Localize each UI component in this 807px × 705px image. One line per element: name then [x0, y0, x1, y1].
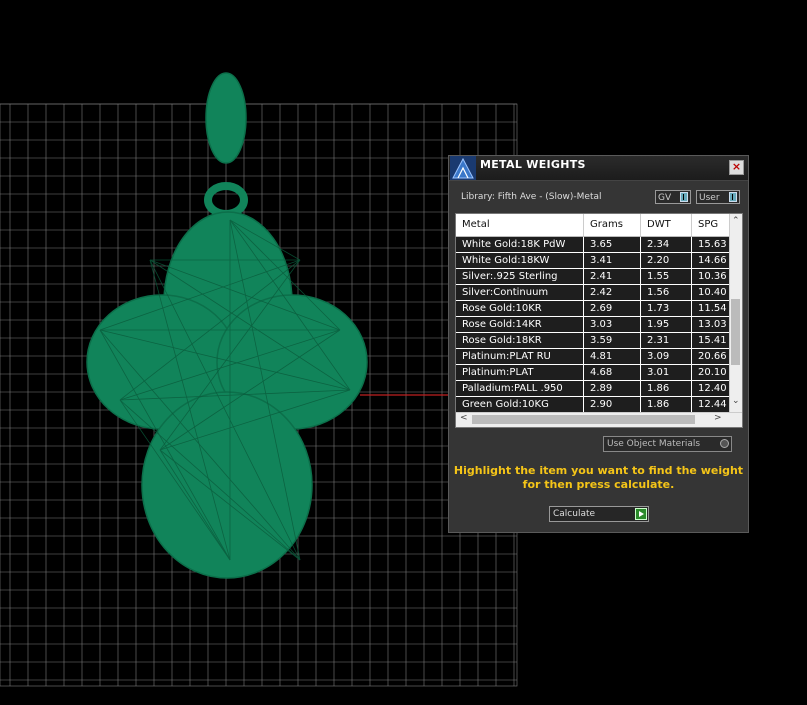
table-body: White Gold:18K PdW 3.65 2.34 15.63 White Gol… — [456, 237, 736, 412]
table-cell: 2.89 — [584, 381, 641, 396]
use-object-materials-option[interactable]: Use Object Materials — [603, 436, 732, 452]
instruction-line-1: Highlight the item you want to find the … — [453, 464, 744, 477]
toggle-knob-icon — [680, 192, 688, 202]
table-row[interactable]: Rose Gold:10KR 2.69 1.73 11.54 — [456, 301, 736, 317]
table-cell: 4.68 — [584, 365, 641, 380]
horizontal-scroll-thumb[interactable] — [472, 415, 695, 424]
table-cell: 3.59 — [584, 333, 641, 348]
instruction-text: Highlight the item you want to find the … — [449, 464, 748, 492]
table-row[interactable]: Platinum:PLAT 4.68 3.01 20.10 — [456, 365, 736, 381]
user-toggle[interactable]: User — [696, 190, 740, 204]
table-cell: 2.31 — [641, 333, 692, 348]
app-logo-icon — [450, 156, 476, 180]
table-cell: Rose Gold:18KR — [456, 333, 584, 348]
col-header-grams[interactable]: Grams — [584, 214, 641, 236]
table-row[interactable]: Green Gold:10KG 2.90 1.86 12.44 — [456, 397, 736, 412]
table-cell: 1.86 — [641, 381, 692, 396]
vertical-scrollbar[interactable]: ⌃ ⌄ — [729, 214, 742, 412]
table-cell: Platinum:PLAT — [456, 365, 584, 380]
horizontal-scrollbar[interactable]: < > — [456, 412, 742, 427]
table-cell: Rose Gold:10KR — [456, 301, 584, 316]
table-cell: Silver:Continuum — [456, 285, 584, 300]
table-row[interactable]: Rose Gold:14KR 3.03 1.95 13.03 — [456, 317, 736, 333]
use-object-materials-label: Use Object Materials — [607, 439, 701, 449]
gv-toggle-label: GV — [658, 193, 672, 203]
table-cell: 3.41 — [584, 253, 641, 268]
vertical-scroll-thumb[interactable] — [731, 299, 740, 365]
metal-table[interactable]: Metal Grams DWT SPG White Gold:18K PdW 3.… — [455, 213, 743, 428]
table-row[interactable]: Palladium:PALL .950 2.89 1.86 12.40 — [456, 381, 736, 397]
table-cell: 1.56 — [641, 285, 692, 300]
table-cell: 3.09 — [641, 349, 692, 364]
table-header: Metal Grams DWT SPG — [456, 214, 736, 237]
table-cell: White Gold:18KW — [456, 253, 584, 268]
table-row[interactable]: White Gold:18KW 3.41 2.20 14.66 — [456, 253, 736, 269]
table-cell: Platinum:PLAT RU — [456, 349, 584, 364]
play-icon — [635, 508, 647, 520]
calculate-button[interactable]: Calculate — [549, 506, 649, 522]
gv-toggle[interactable]: GV — [655, 190, 691, 204]
table-cell: 3.01 — [641, 365, 692, 380]
table-row[interactable]: Silver:.925 Sterling 2.41 1.55 10.36 — [456, 269, 736, 285]
instruction-line-2: for then press calculate. — [522, 478, 675, 491]
table-cell: 2.42 — [584, 285, 641, 300]
table-cell: 2.41 — [584, 269, 641, 284]
panel-title: METAL WEIGHTS — [480, 158, 586, 171]
table-cell: 4.81 — [584, 349, 641, 364]
library-label: Library: Fifth Ave - (Slow)-Metal — [461, 192, 602, 202]
table-row[interactable]: Rose Gold:18KR 3.59 2.31 15.41 — [456, 333, 736, 349]
scroll-right-icon[interactable]: > — [714, 413, 722, 423]
panel-titlebar[interactable]: METAL WEIGHTS × — [449, 156, 748, 181]
table-cell: 2.90 — [584, 397, 641, 412]
table-cell: 1.73 — [641, 301, 692, 316]
metal-weights-panel: METAL WEIGHTS × Library: Fifth Ave - (Sl… — [448, 155, 749, 533]
col-header-dwt[interactable]: DWT — [641, 214, 692, 236]
table-row[interactable]: Silver:Continuum 2.42 1.56 10.40 — [456, 285, 736, 301]
3d-viewport[interactable]: METAL WEIGHTS × Library: Fifth Ave - (Sl… — [0, 0, 807, 705]
calculate-label: Calculate — [553, 509, 596, 519]
table-cell: 3.65 — [584, 237, 641, 252]
table-cell: 1.55 — [641, 269, 692, 284]
col-header-metal[interactable]: Metal — [456, 214, 584, 236]
scroll-left-icon[interactable]: < — [460, 413, 468, 423]
table-cell: 2.34 — [641, 237, 692, 252]
toggle-knob-icon — [729, 192, 737, 202]
radio-icon[interactable] — [720, 439, 729, 448]
table-row[interactable]: Platinum:PLAT RU 4.81 3.09 20.66 — [456, 349, 736, 365]
user-toggle-label: User — [699, 193, 720, 203]
table-cell: 2.20 — [641, 253, 692, 268]
table-cell: 2.69 — [584, 301, 641, 316]
scroll-up-icon[interactable]: ⌃ — [732, 216, 740, 226]
table-row[interactable]: White Gold:18K PdW 3.65 2.34 15.63 — [456, 237, 736, 253]
scroll-down-icon[interactable]: ⌄ — [732, 396, 740, 406]
table-cell: 1.86 — [641, 397, 692, 412]
table-cell: Rose Gold:14KR — [456, 317, 584, 332]
table-cell: White Gold:18K PdW — [456, 237, 584, 252]
table-cell: Silver:.925 Sterling — [456, 269, 584, 284]
table-cell: Palladium:PALL .950 — [456, 381, 584, 396]
close-button[interactable]: × — [729, 160, 744, 175]
table-cell: 1.95 — [641, 317, 692, 332]
table-cell: Green Gold:10KG — [456, 397, 584, 412]
table-cell: 3.03 — [584, 317, 641, 332]
